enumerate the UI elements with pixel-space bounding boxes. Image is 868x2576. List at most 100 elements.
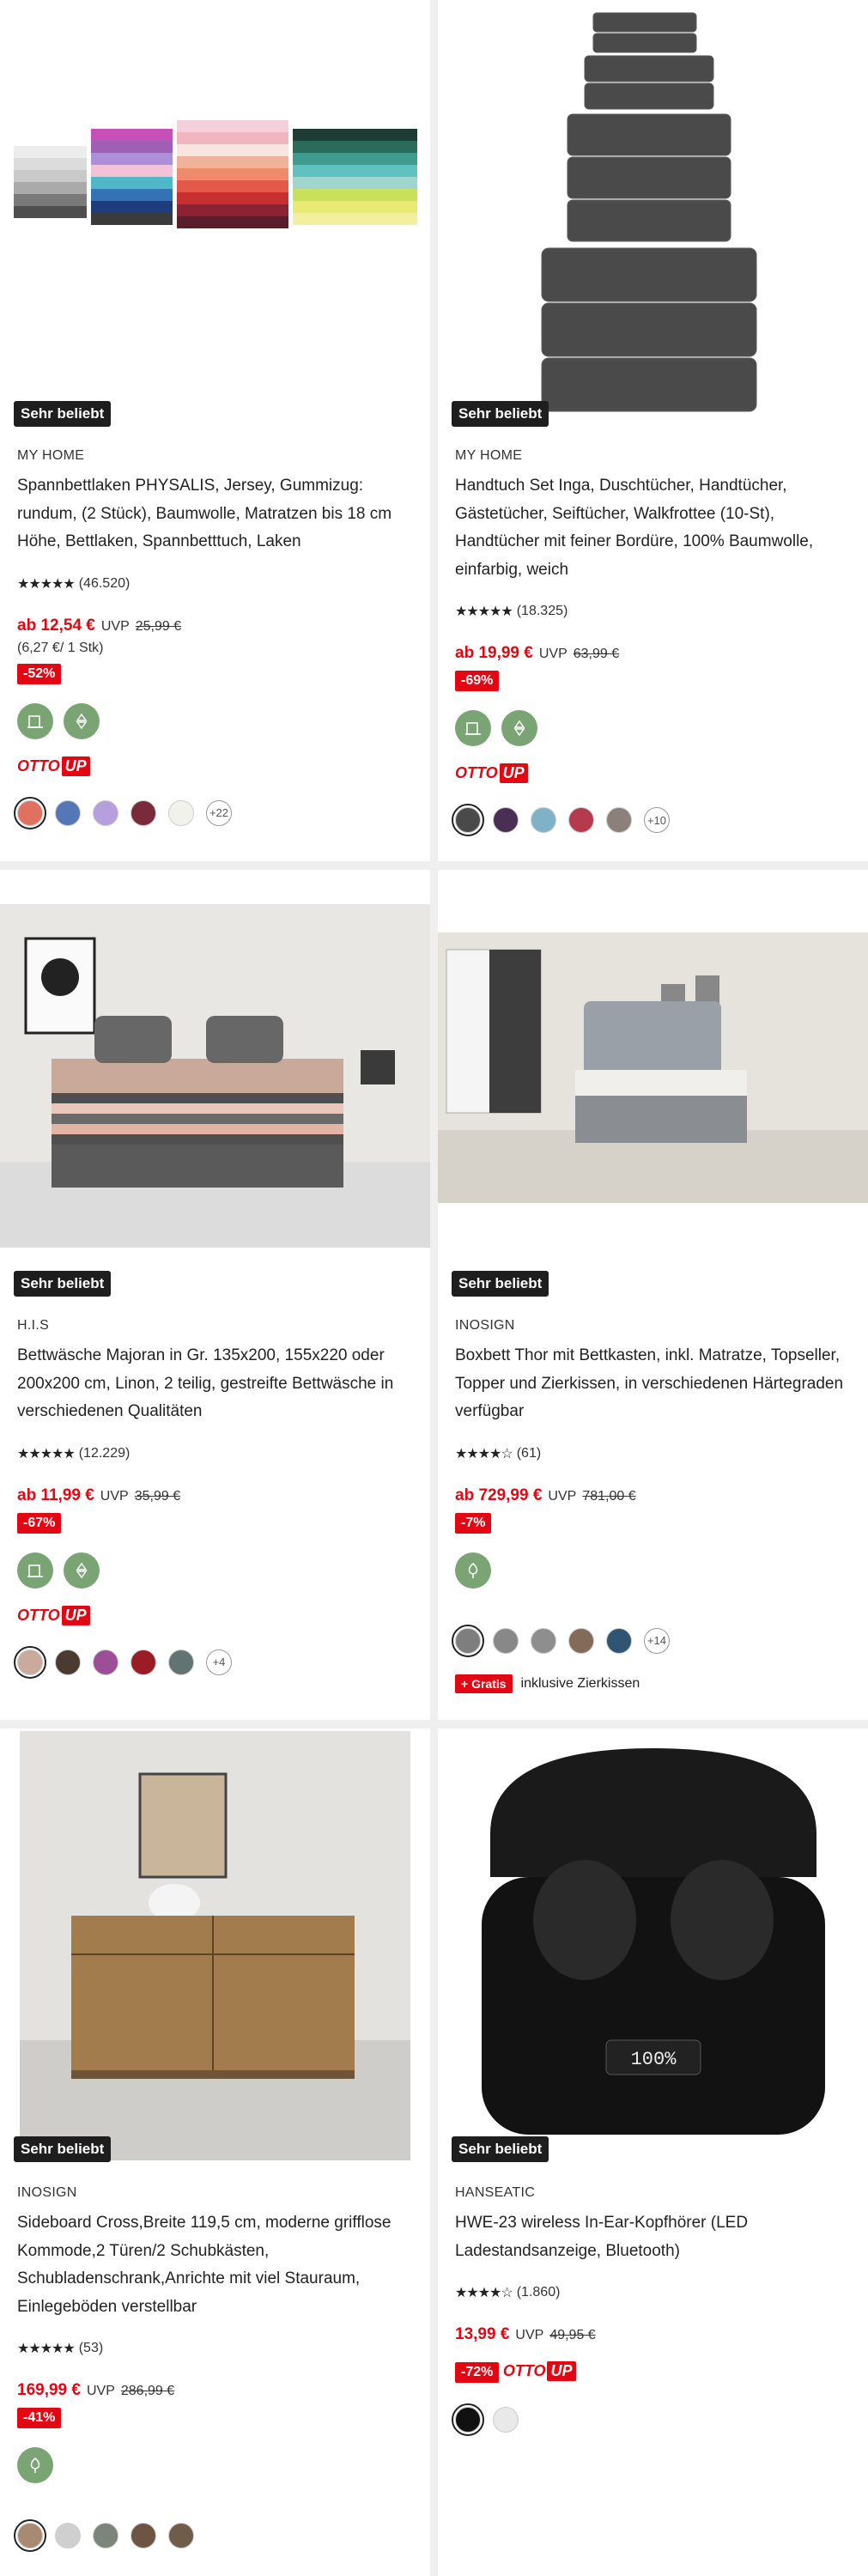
star-rating-icon: ★★★★☆: [455, 2286, 513, 2300]
color-swatch[interactable]: [493, 2407, 519, 2433]
product-card[interactable]: Sehr beliebt MY HOME Handtuch Set Inga, …: [438, 0, 868, 861]
color-swatch[interactable]: [14, 796, 46, 829]
product-price: ab 12,54 €: [17, 616, 95, 635]
rating-count: (18.325): [516, 604, 568, 618]
product-title[interactable]: HWE-23 wireless In-Ear-Kopfhörer (LED La…: [455, 2209, 851, 2265]
product-card[interactable]: Sehr beliebt H.I.S Bettwäsche Majoran in…: [0, 870, 430, 1720]
star-rating-icon: ★★★★★: [17, 2342, 76, 2356]
color-swatch[interactable]: [55, 1649, 81, 1675]
product-title[interactable]: Handtuch Set Inga, Duschtücher, Handtüch…: [455, 472, 851, 584]
uvp-label: UVP: [515, 2328, 544, 2342]
product-price: ab 729,99 €: [455, 1485, 543, 1504]
color-swatches: +10: [452, 804, 851, 836]
discount-badge: -67%: [17, 1512, 62, 1534]
product-image-bedding[interactable]: [0, 870, 430, 1265]
color-swatch[interactable]: [55, 2523, 81, 2549]
color-swatch[interactable]: [93, 799, 118, 826]
more-colors-button[interactable]: +22: [206, 799, 232, 826]
color-swatch[interactable]: [14, 2519, 46, 2552]
product-title[interactable]: Boxbett Thor mit Bettkasten, inkl. Matra…: [455, 1342, 851, 1426]
product-title[interactable]: Spannbettlaken PHYSALIS, Jersey, Gummizu…: [17, 472, 413, 556]
product-image-sheets[interactable]: [0, 0, 430, 395]
rating-count: (12.229): [78, 1445, 131, 1461]
product-price: 169,99 €: [17, 2381, 81, 2399]
planet-icon[interactable]: [64, 1552, 100, 1589]
old-price: 286,99 €: [120, 2384, 175, 2398]
uvp-label: UVP: [100, 618, 130, 634]
color-swatch[interactable]: [568, 807, 594, 833]
more-colors-button[interactable]: +14: [644, 1627, 670, 1654]
old-price: 35,99 €: [134, 1488, 181, 1504]
product-title[interactable]: Bettwäsche Majoran in Gr. 135x200, 155x2…: [17, 1342, 413, 1426]
towel-set-image: [541, 12, 756, 412]
uvp-label: UVP: [86, 2384, 115, 2398]
tree-icon[interactable]: [455, 1552, 491, 1589]
otto-up-logo[interactable]: OTTO UP: [503, 2361, 576, 2381]
sustainability-icon[interactable]: [17, 702, 53, 739]
product-rating: ★★★★★ (53): [17, 2340, 413, 2357]
color-swatch[interactable]: [168, 2523, 194, 2549]
sustainability-icons: [17, 1552, 413, 1589]
color-swatch[interactable]: [55, 799, 81, 826]
tree-icon[interactable]: [17, 2447, 53, 2483]
rating-count: (61): [516, 1445, 542, 1461]
discount-badge: -69%: [455, 671, 500, 691]
color-swatch[interactable]: [493, 1627, 519, 1654]
product-title[interactable]: Sideboard Cross,Breite 119,5 cm, moderne…: [17, 2209, 413, 2321]
product-image-towels[interactable]: [438, 0, 868, 429]
color-swatch[interactable]: [131, 2523, 156, 2549]
color-swatch[interactable]: [568, 1627, 594, 1654]
fitted-sheets-image: [13, 120, 417, 228]
color-swatch[interactable]: [452, 804, 484, 836]
discount-badge: -41%: [17, 2408, 62, 2428]
planet-icon[interactable]: [501, 710, 537, 746]
color-swatch[interactable]: [168, 799, 194, 826]
product-rating: ★★★★☆ (1.860): [455, 2284, 851, 2301]
color-swatch[interactable]: [606, 807, 632, 833]
color-swatch[interactable]: [531, 1627, 556, 1654]
color-swatch[interactable]: [93, 2523, 118, 2549]
planet-icon[interactable]: [64, 702, 100, 739]
otto-up-logo[interactable]: OTTO UP: [17, 1605, 90, 1625]
price-row: ab 19,99 € UVP 63,99 €: [455, 644, 851, 663]
product-brand: HANSEATIC: [455, 2185, 536, 2200]
color-swatch[interactable]: [452, 1624, 484, 1657]
color-swatches: [452, 2403, 851, 2436]
product-image-boxbed[interactable]: [438, 870, 868, 1265]
price-row: 169,99 € UVP 286,99 €: [17, 2381, 413, 2400]
color-swatch[interactable]: [606, 1627, 632, 1654]
product-image-earbuds[interactable]: 100%: [438, 1728, 868, 2162]
product-card[interactable]: 100% Sehr beliebt HANSEATIC HWE-23 wirel…: [438, 1728, 868, 2576]
product-card[interactable]: Sehr beliebt INOSIGN Boxbett Thor mit Be…: [438, 870, 868, 1720]
unit-price: (6,27 €/ 1 Stk): [17, 640, 104, 655]
sustainability-icon[interactable]: [17, 1552, 53, 1589]
sustainability-icons: [17, 2447, 413, 2483]
color-swatch[interactable]: [493, 807, 519, 833]
color-swatches: [14, 2519, 413, 2552]
product-rating: ★★★★★ (12.229): [17, 1445, 413, 1462]
product-price: ab 19,99 €: [455, 644, 533, 662]
product-rating: ★★★★★ (46.520): [17, 575, 413, 592]
otto-up-logo[interactable]: OTTO UP: [17, 756, 90, 776]
rating-count: (46.520): [78, 575, 131, 591]
color-swatch[interactable]: [531, 807, 556, 833]
more-colors-button[interactable]: +4: [206, 1649, 232, 1675]
color-swatch[interactable]: [131, 799, 156, 826]
color-swatch[interactable]: [14, 1645, 46, 1679]
product-price: 13,99 €: [455, 2325, 510, 2343]
otto-up-logo[interactable]: OTTO UP: [455, 763, 528, 783]
color-swatch[interactable]: [93, 1649, 118, 1675]
more-colors-button[interactable]: +10: [644, 807, 670, 833]
sustainability-icon[interactable]: [455, 710, 491, 746]
price-row: ab 12,54 € UVP 25,99 €: [17, 617, 413, 635]
color-swatch[interactable]: [131, 1649, 156, 1675]
rating-count: (53): [78, 2341, 104, 2355]
popular-badge: Sehr beliebt: [14, 401, 112, 427]
color-swatch[interactable]: [168, 1649, 194, 1675]
color-swatch[interactable]: [452, 2403, 484, 2436]
product-card[interactable]: Sehr beliebt INOSIGN Sideboard Cross,Bre…: [0, 1728, 430, 2576]
product-brand: MY HOME: [455, 448, 523, 463]
product-image-sideboard[interactable]: [0, 1728, 430, 2162]
popular-badge: Sehr beliebt: [452, 1271, 549, 1297]
product-card[interactable]: Sehr beliebt MY HOME Spannbettlaken PHYS…: [0, 0, 430, 861]
